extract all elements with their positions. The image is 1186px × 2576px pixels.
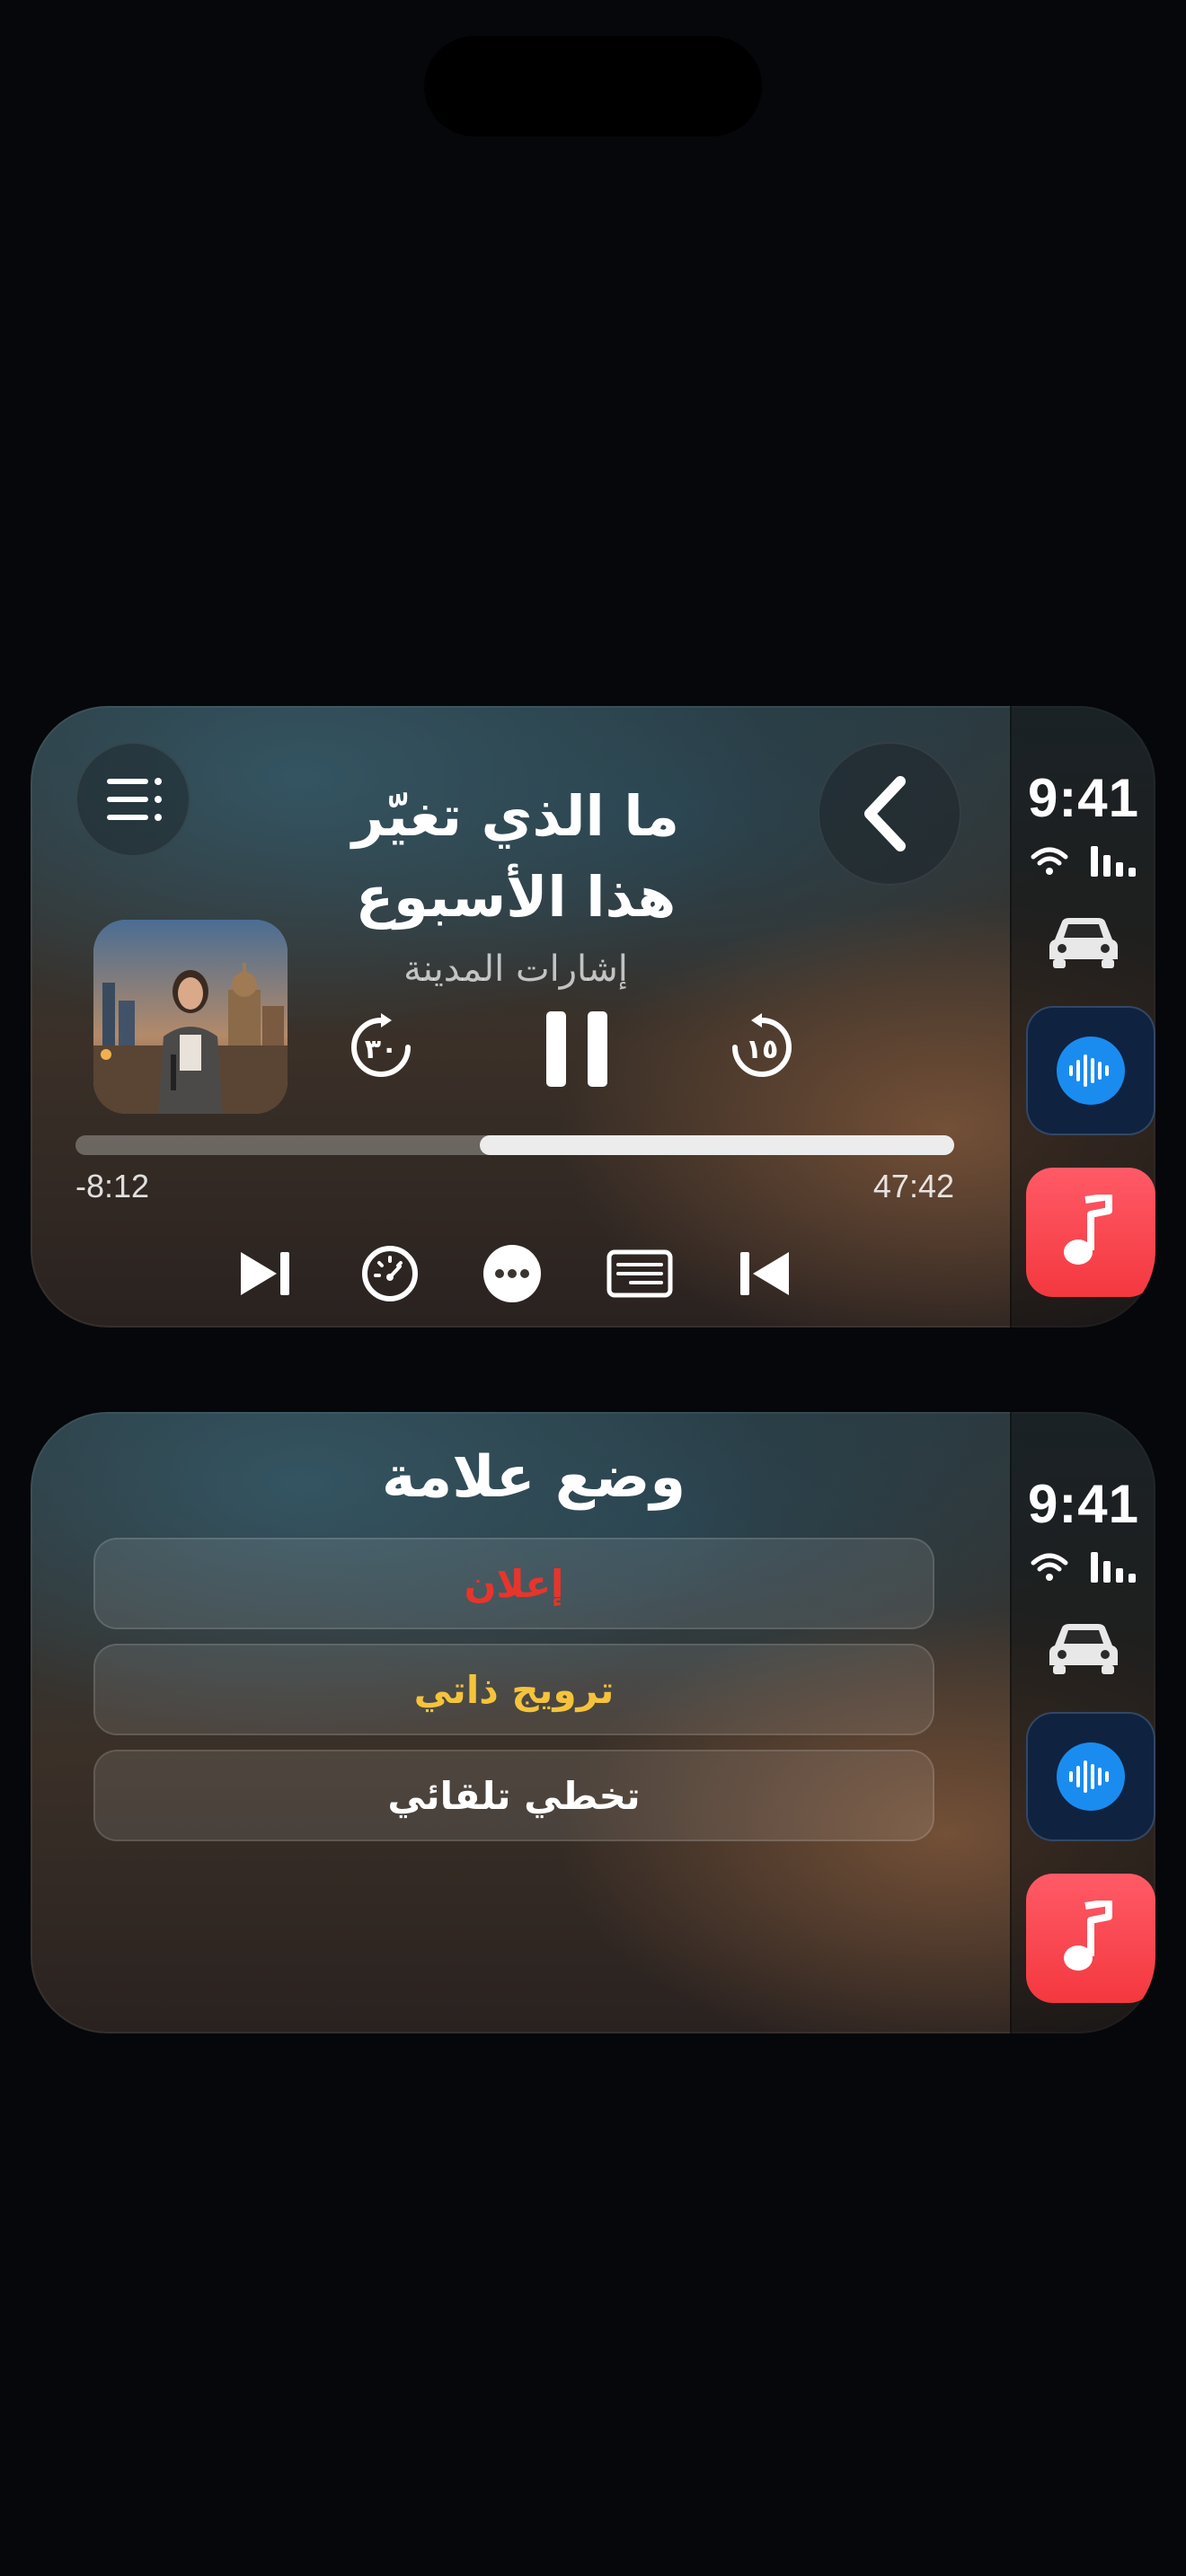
skip-back-button[interactable]: ١٥ <box>726 1011 798 1083</box>
skip-back-label: ١٥ <box>746 1034 779 1065</box>
chapters-icon <box>606 1249 673 1298</box>
progress-fill <box>479 1135 954 1155</box>
episode-title: ما الذي تغيّر هذا الأسبوع <box>228 776 803 938</box>
previous-episode-button[interactable] <box>731 1241 796 1306</box>
carplay-sidebar: 9:41 <box>1010 706 1155 1328</box>
mark-title: وضع علامة <box>381 1444 686 1511</box>
status-indicators <box>1012 837 1155 877</box>
podcasts-app-icon[interactable] <box>1026 1712 1155 1841</box>
mark-option-label: إعلان <box>464 1561 564 1606</box>
podcasts-app-icon[interactable] <box>1026 1006 1155 1135</box>
pause-icon <box>546 1011 607 1087</box>
list-icon <box>107 778 162 821</box>
now-playing-panel: ما الذي تغيّر هذا الأسبوع إشارات المدينة <box>31 706 1155 1328</box>
music-app-icon[interactable] <box>1026 1874 1155 2003</box>
carplay-sidebar: 9:41 <box>1010 1412 1155 2033</box>
signal-bars-icon <box>1091 1552 1136 1583</box>
car-icon[interactable] <box>1046 913 1121 970</box>
mark-option-self-promo[interactable]: ترويج ذاتي <box>93 1644 934 1735</box>
episode-title-line1: ما الذي تغيّر <box>351 783 680 849</box>
car-icon[interactable] <box>1046 1619 1121 1676</box>
music-note-icon <box>1064 1195 1112 1265</box>
music-app-icon[interactable] <box>1026 1168 1155 1297</box>
mark-option-ad[interactable]: إعلان <box>93 1538 934 1629</box>
wifi-icon <box>1031 1553 1068 1581</box>
skip-forward-button[interactable]: ٣٠ <box>345 1011 417 1083</box>
mark-panel: وضع علامة إعلان ترويج ذاتي تخطي تلقائي 9… <box>31 1412 1155 2033</box>
remaining-time: -8:12 <box>75 1168 150 1204</box>
mark-option-label: ترويج ذاتي <box>413 1667 615 1712</box>
episode-artwork[interactable] <box>93 920 288 1114</box>
skip-back-15-icon: ١٥ <box>732 1013 792 1077</box>
more-options-button[interactable] <box>480 1241 544 1306</box>
back-button[interactable] <box>818 742 961 886</box>
chevron-left-icon <box>864 776 906 851</box>
status-time: 9:41 <box>1027 768 1140 828</box>
skip-forward-label: ٣٠ <box>365 1034 398 1065</box>
queue-menu-button[interactable] <box>75 742 190 857</box>
playback-speed-button[interactable] <box>358 1241 422 1306</box>
chapters-button[interactable] <box>604 1241 676 1306</box>
speedometer-icon <box>362 1246 418 1301</box>
ellipsis-circle-icon <box>483 1245 541 1302</box>
next-episode-button[interactable] <box>234 1241 298 1306</box>
mark-option-label: تخطي تلقائي <box>387 1773 641 1818</box>
next-track-icon <box>241 1252 289 1295</box>
waveform-icon <box>1069 1054 1109 1087</box>
mark-option-auto-skip[interactable]: تخطي تلقائي <box>93 1750 934 1841</box>
status-indicators <box>1012 1543 1155 1583</box>
status-time: 9:41 <box>1027 1474 1140 1534</box>
music-note-icon <box>1064 1901 1112 1971</box>
skip-forward-30-icon: ٣٠ <box>351 1013 411 1077</box>
elapsed-time: 47:42 <box>872 1168 954 1204</box>
artwork-image <box>93 920 288 1114</box>
waveform-icon <box>1069 1760 1109 1793</box>
wifi-icon <box>1031 847 1068 875</box>
episode-title-line2: هذا الأسبوع <box>355 864 677 930</box>
dynamic-island <box>424 36 762 137</box>
progress-scrubber[interactable] <box>75 1135 954 1155</box>
show-name: إشارات المدينة <box>403 948 628 990</box>
pause-button[interactable] <box>543 1008 611 1090</box>
previous-track-icon <box>740 1252 789 1295</box>
signal-bars-icon <box>1091 846 1136 877</box>
